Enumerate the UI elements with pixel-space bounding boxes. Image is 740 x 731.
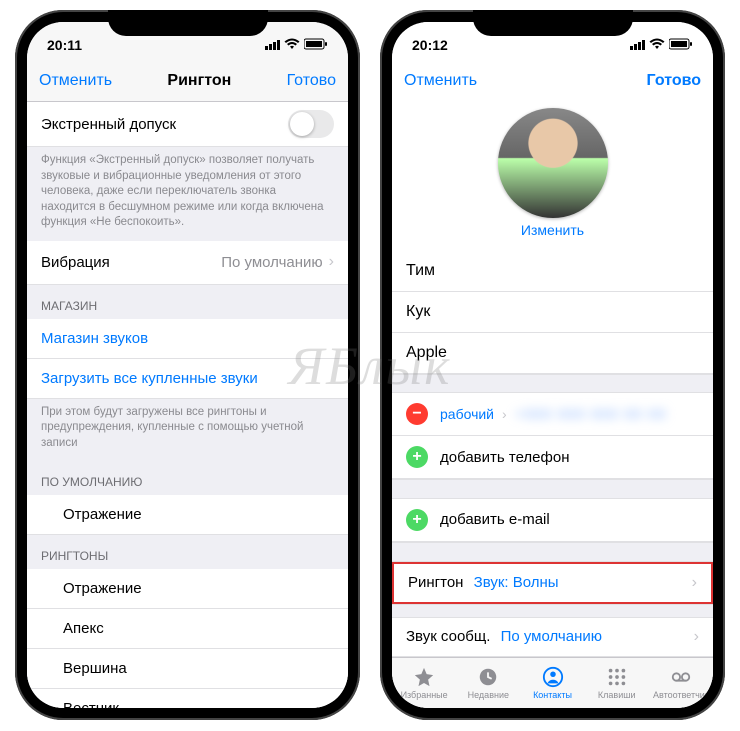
section-gap [392,542,713,562]
cancel-button[interactable]: Отменить [404,72,477,90]
download-tones-row[interactable]: Загрузить все купленные звуки [27,359,348,399]
avatar-section: Изменить [392,102,713,242]
phone-number-blurred: +000 000 000 00 00 [515,406,667,423]
section-gap [392,374,713,394]
tab-bar: Избранные Недавние Контакты Клавиши [392,657,713,708]
company-field[interactable]: Apple [392,333,713,374]
ringtone-row[interactable]: Рингтон Звук: Волны › [392,562,713,604]
tab-contacts[interactable]: Контакты [520,658,584,708]
text-tone-row[interactable]: Звук сообщ. По умолчанию › [392,618,713,657]
ringtone-label: Вестник [63,700,119,708]
last-name-field[interactable]: Кук [392,292,713,333]
emergency-label: Экстренный допуск [41,116,288,133]
content-scroll[interactable]: Изменить Тим Кук Apple − рабочий › +000 … [392,102,713,708]
ringtone-label: Рингтон [408,574,463,591]
emergency-bypass-row[interactable]: Экстренный допуск [27,102,348,147]
tab-label: Клавиши [598,690,636,700]
vibration-value: По умолчанию [221,254,322,271]
done-button[interactable]: Готово [287,72,336,90]
default-tone-label: Отражение [63,506,142,523]
emergency-toggle[interactable] [288,110,334,138]
add-phone-row[interactable]: + добавить телефон [392,436,713,479]
text-tone-value: По умолчанию [501,628,602,645]
tab-label: Избранные [401,690,448,700]
chevron-icon: › [694,628,699,646]
section-gap [392,604,713,618]
text-tone-label: Звук сообщ. [406,628,490,645]
download-tones-label: Загрузить все купленные звуки [41,370,258,387]
add-email-label: добавить e-mail [440,511,550,528]
ringtone-item[interactable]: Отражение [27,569,348,609]
nav-bar: Отменить Готово [392,60,713,102]
tab-label: Недавние [468,690,509,700]
tab-favorites[interactable]: Избранные [392,658,456,708]
contact-avatar[interactable] [498,108,608,218]
tab-keypad[interactable]: Клавиши [585,658,649,708]
wifi-icon [284,37,300,53]
chevron-icon: › [329,253,334,271]
default-tone-row[interactable]: Отражение [27,495,348,535]
wifi-icon [649,37,665,53]
tone-store-label: Магазин звуков [41,330,148,347]
tab-label: Контакты [533,690,572,700]
chevron-icon: › [502,406,507,422]
first-name-field[interactable]: Тим [392,251,713,292]
add-icon[interactable]: + [406,509,428,531]
emergency-note: Функция «Экстренный допуск» позволяет по… [27,147,348,241]
status-time: 20:11 [47,37,82,53]
phone-left: 20:11 Отменить Рингтон Готово [15,10,360,720]
notch [108,10,268,36]
phone-type[interactable]: рабочий [440,406,494,422]
ringtone-item[interactable]: Апекс [27,609,348,649]
add-phone-label: добавить телефон [440,449,570,466]
store-note: При этом будут загружены все рингтоны и … [27,399,348,462]
vibration-row[interactable]: Вибрация По умолчанию › [27,241,348,285]
status-time: 20:12 [412,37,448,53]
remove-icon[interactable]: − [406,403,428,425]
battery-icon [304,37,328,53]
battery-icon [669,37,693,53]
section-gap [392,479,713,499]
ringtone-label: Отражение [63,580,142,597]
change-photo-button[interactable]: Изменить [521,222,584,238]
status-indicators [630,37,693,53]
add-icon[interactable]: + [406,446,428,468]
cancel-button[interactable]: Отменить [39,72,112,90]
cellular-icon [630,40,645,50]
nav-bar: Отменить Рингтон Готово [27,60,348,102]
nav-title: Рингтон [167,72,231,90]
ringtone-label: Апекс [63,620,104,637]
notch [473,10,633,36]
done-button[interactable]: Готово [647,72,701,90]
default-header: ПО УМОЛЧАНИЮ [27,461,348,495]
vibration-label: Вибрация [41,254,221,271]
ringtone-value: Звук: Волны [474,574,559,591]
ringtone-label: Вершина [63,660,127,677]
tab-voicemail[interactable]: Автоответчик [649,658,713,708]
add-email-row[interactable]: + добавить e-mail [392,499,713,542]
tab-label: Автоответчик [653,690,709,700]
cellular-icon [265,40,280,50]
phone-right: 20:12 Отменить Готово [380,10,725,720]
ringtones-header: РИНГТОНЫ [27,535,348,569]
chevron-icon: › [692,574,697,592]
phone-row[interactable]: − рабочий › +000 000 000 00 00 [392,393,713,436]
status-indicators [265,37,328,53]
ringtone-item[interactable]: Вестник [27,689,348,708]
tone-store-row[interactable]: Магазин звуков [27,319,348,359]
content-scroll[interactable]: Экстренный допуск Функция «Экстренный до… [27,102,348,708]
tab-recents[interactable]: Недавние [456,658,520,708]
ringtone-item[interactable]: Вершина [27,649,348,689]
store-header: МАГАЗИН [27,285,348,319]
